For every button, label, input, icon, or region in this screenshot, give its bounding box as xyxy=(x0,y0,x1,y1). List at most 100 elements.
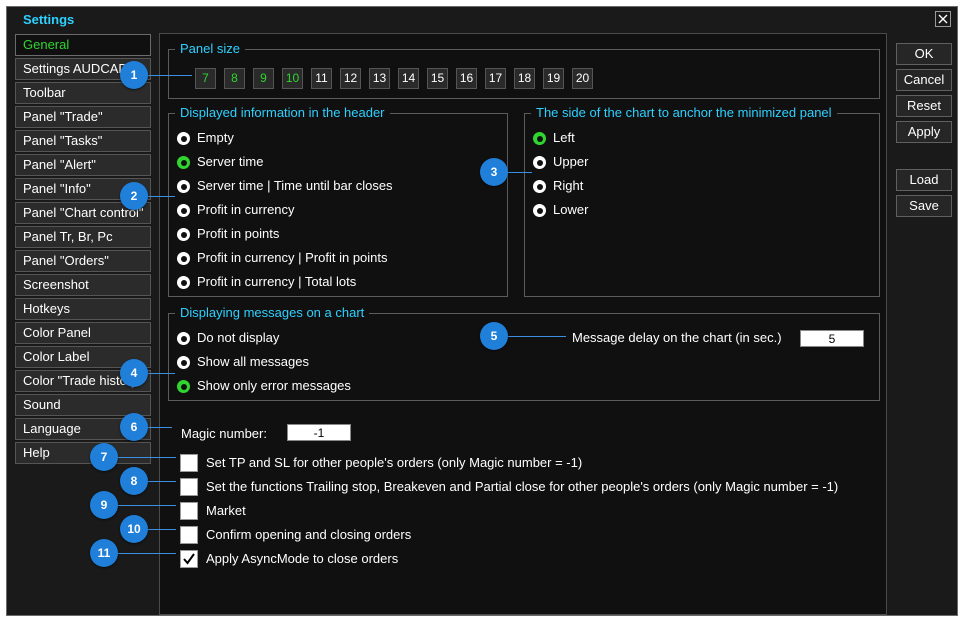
sidebar-item-panel-trade[interactable]: Panel "Trade" xyxy=(15,106,151,128)
reset-button[interactable]: Reset xyxy=(896,95,952,117)
panel-size-option-17[interactable]: 17 xyxy=(485,68,506,89)
panel-size-option-11[interactable]: 11 xyxy=(311,68,332,89)
callout-badge-6: 6 xyxy=(120,413,148,441)
message-delay-label: Message delay on the chart (in sec.) xyxy=(572,330,782,345)
panel-size-option-19[interactable]: 19 xyxy=(543,68,564,89)
callout-line-10 xyxy=(146,529,176,530)
header-info-title: Displayed information in the header xyxy=(175,105,390,121)
checkbox-box[interactable] xyxy=(180,454,198,472)
callout-line-8 xyxy=(146,481,176,482)
sidebar-item-panel-orders[interactable]: Panel "Orders" xyxy=(15,250,151,272)
panel-size-option-7[interactable]: 7 xyxy=(195,68,216,89)
general-settings-content: Panel size 7 8 9 10 11 12 13 14 15 16 17… xyxy=(159,33,887,615)
checkmark-icon xyxy=(183,553,195,565)
callout-line-9 xyxy=(116,505,176,506)
save-button[interactable]: Save xyxy=(896,195,952,217)
callout-line-6 xyxy=(146,427,172,428)
panel-size-option-12[interactable]: 12 xyxy=(340,68,361,89)
callout-line-11 xyxy=(116,553,176,554)
load-button[interactable]: Load xyxy=(896,169,952,191)
close-button[interactable] xyxy=(935,11,951,27)
callout-line-3 xyxy=(506,172,532,173)
radio-label: Do not display xyxy=(197,330,280,345)
checkbox-label: Set TP and SL for other people's orders … xyxy=(206,455,583,470)
ok-button[interactable]: OK xyxy=(896,43,952,65)
radio-label: Show all messages xyxy=(197,354,309,369)
title-bar: Settings xyxy=(7,7,957,31)
checkbox-box[interactable] xyxy=(180,526,198,544)
panel-size-option-16[interactable]: 16 xyxy=(456,68,477,89)
window-title: Settings xyxy=(23,12,75,27)
radio-label: Left xyxy=(553,130,575,145)
callout-badge-8: 8 xyxy=(120,467,148,495)
sidebar-item-color-panel[interactable]: Color Panel xyxy=(15,322,151,344)
radio-icon[interactable] xyxy=(177,156,190,169)
radio-icon[interactable] xyxy=(177,180,190,193)
radio-label: Profit in currency | Profit in points xyxy=(197,250,388,265)
radio-label: Server time | Time until bar closes xyxy=(197,178,393,193)
radio-icon[interactable] xyxy=(533,204,546,217)
radio-label: Profit in points xyxy=(197,226,280,241)
radio-icon[interactable] xyxy=(177,252,190,265)
panel-size-option-15[interactable]: 15 xyxy=(427,68,448,89)
sidebar-item-help[interactable]: Help xyxy=(15,442,151,464)
radio-icon[interactable] xyxy=(177,204,190,217)
anchor-side-group: The side of the chart to anchor the mini… xyxy=(524,105,880,297)
radio-label: Show only error messages xyxy=(197,378,351,393)
panel-size-title: Panel size xyxy=(175,41,245,57)
radio-label: Server time xyxy=(197,154,264,169)
callout-badge-4: 4 xyxy=(120,359,148,387)
checkbox-box[interactable] xyxy=(180,502,198,520)
settings-window: Settings General Settings AUDCAD Toolbar… xyxy=(6,6,958,616)
cancel-button[interactable]: Cancel xyxy=(896,69,952,91)
anchor-side-title: The side of the chart to anchor the mini… xyxy=(531,105,837,121)
magic-number-label: Magic number: xyxy=(181,426,267,441)
radio-icon[interactable] xyxy=(533,156,546,169)
radio-label: Empty xyxy=(197,130,234,145)
checkbox-box[interactable] xyxy=(180,478,198,496)
panel-size-option-14[interactable]: 14 xyxy=(398,68,419,89)
callout-badge-10: 10 xyxy=(120,515,148,543)
sidebar-item-hotkeys[interactable]: Hotkeys xyxy=(15,298,151,320)
checkbox-box[interactable] xyxy=(180,550,198,568)
panel-size-option-8[interactable]: 8 xyxy=(224,68,245,89)
radio-label: Upper xyxy=(553,154,589,169)
radio-icon[interactable] xyxy=(177,228,190,241)
messages-title: Displaying messages on a chart xyxy=(175,305,370,321)
radio-icon[interactable] xyxy=(177,276,190,289)
radio-icon[interactable] xyxy=(177,380,190,393)
header-info-group: Displayed information in the header Empt… xyxy=(168,105,508,297)
panel-size-option-20[interactable]: 20 xyxy=(572,68,593,89)
callout-badge-7: 7 xyxy=(90,443,118,471)
sidebar-item-panel-tasks[interactable]: Panel "Tasks" xyxy=(15,130,151,152)
apply-button[interactable]: Apply xyxy=(896,121,952,143)
messages-group: Displaying messages on a chart Do not di… xyxy=(168,305,880,401)
panel-size-option-18[interactable]: 18 xyxy=(514,68,535,89)
settings-sidebar: General Settings AUDCAD Toolbar Panel "T… xyxy=(15,34,151,466)
radio-label: Profit in currency xyxy=(197,202,295,217)
panel-size-option-13[interactable]: 13 xyxy=(369,68,390,89)
radio-icon[interactable] xyxy=(533,180,546,193)
callout-badge-2: 2 xyxy=(120,182,148,210)
magic-number-input[interactable] xyxy=(287,424,351,441)
radio-icon[interactable] xyxy=(177,356,190,369)
callout-badge-5: 5 xyxy=(480,322,508,350)
message-delay-input[interactable] xyxy=(800,330,864,347)
sidebar-item-general[interactable]: General xyxy=(15,34,151,56)
radio-label: Right xyxy=(553,178,584,193)
radio-icon[interactable] xyxy=(177,132,190,145)
panel-size-group: Panel size 7 8 9 10 11 12 13 14 15 16 17… xyxy=(168,41,880,99)
sidebar-item-screenshot[interactable]: Screenshot xyxy=(15,274,151,296)
checkbox-label: Confirm opening and closing orders xyxy=(206,527,412,542)
panel-size-option-9[interactable]: 9 xyxy=(253,68,274,89)
callout-badge-9: 9 xyxy=(90,491,118,519)
panel-size-option-10[interactable]: 10 xyxy=(282,68,303,89)
checkbox-label: Market xyxy=(206,503,246,518)
callout-line-7 xyxy=(116,457,176,458)
radio-label: Profit in currency | Total lots xyxy=(197,274,357,289)
radio-icon[interactable] xyxy=(533,132,546,145)
callout-line-4 xyxy=(146,373,175,374)
sidebar-item-panel-alert[interactable]: Panel "Alert" xyxy=(15,154,151,176)
radio-icon[interactable] xyxy=(177,332,190,345)
sidebar-item-panel-tr-br-pc[interactable]: Panel Tr, Br, Pc xyxy=(15,226,151,248)
